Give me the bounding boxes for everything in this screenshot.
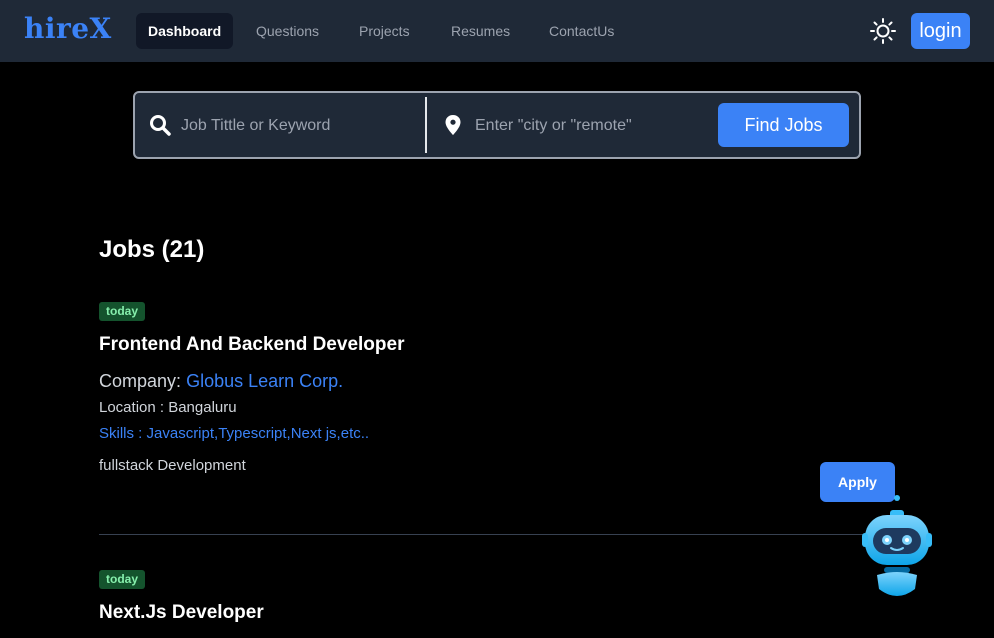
search-icon <box>150 115 171 136</box>
location-pin-icon <box>445 115 461 135</box>
find-jobs-button[interactable]: Find Jobs <box>718 103 849 147</box>
logo[interactable]: hireX <box>24 12 112 45</box>
posted-badge: today <box>99 302 146 321</box>
robot-assistant-icon[interactable] <box>860 493 934 601</box>
job-company: Company: Globus Learn Corp. <box>99 371 343 392</box>
job-title[interactable]: Next.Js Developer <box>99 602 264 624</box>
posted-badge: today <box>99 570 146 589</box>
nav-questions[interactable]: Questions <box>244 13 331 49</box>
search-divider <box>425 97 427 153</box>
job-description: fullstack Development <box>99 457 246 474</box>
sun-icon[interactable] <box>869 17 897 45</box>
company-label: Company: <box>99 371 182 391</box>
login-button[interactable]: login <box>911 13 970 49</box>
nav-dashboard[interactable]: Dashboard <box>136 13 234 49</box>
keyword-input[interactable] <box>179 111 423 141</box>
nav-resumes[interactable]: Resumes <box>439 13 522 49</box>
job-search-bar: Find Jobs <box>133 91 861 159</box>
nav-contactus[interactable]: ContactUs <box>537 13 626 49</box>
location-input[interactable] <box>473 111 717 141</box>
job-divider <box>99 534 895 535</box>
job-location: Location : Bangaluru <box>99 399 237 416</box>
company-name-link[interactable]: Globus Learn Corp. <box>186 371 343 391</box>
jobs-heading: Jobs (21) <box>99 236 205 263</box>
job-title[interactable]: Frontend And Backend Developer <box>99 334 404 356</box>
nav-projects[interactable]: Projects <box>347 13 422 49</box>
top-navbar: hireX Dashboard Questions Projects Resum… <box>0 0 994 62</box>
job-skills: Skills : Javascript,Typescript,Next js,e… <box>99 425 370 442</box>
